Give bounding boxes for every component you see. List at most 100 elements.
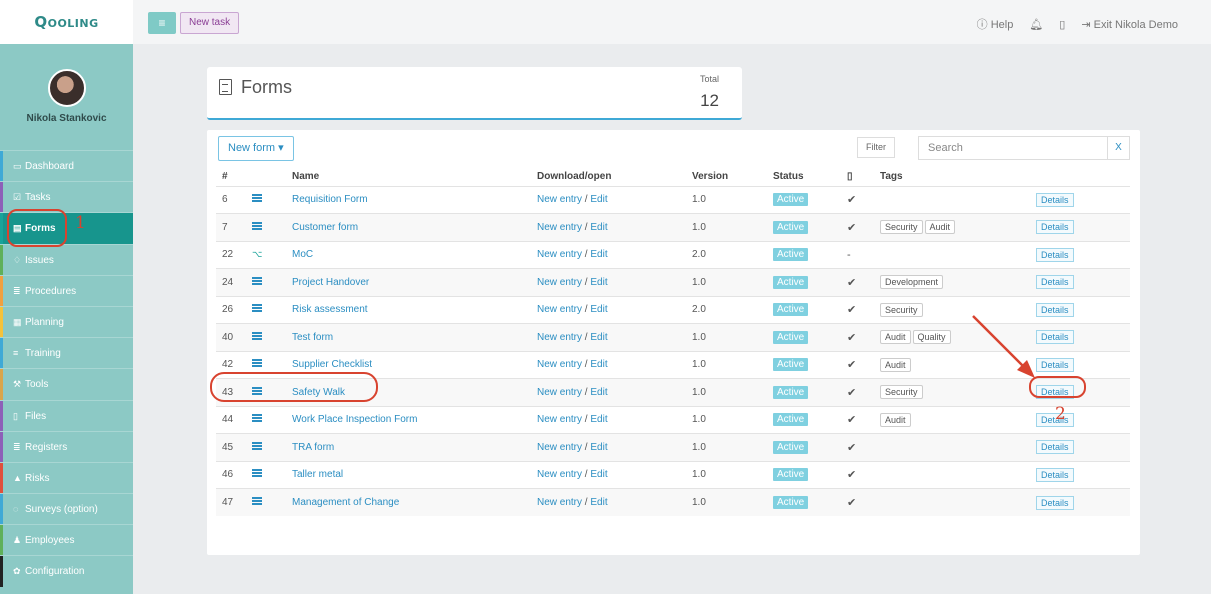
row-download-open: New entry / Edit (531, 405, 686, 434)
edit-link[interactable]: Edit (590, 359, 607, 370)
new-entry-link[interactable]: New entry (537, 359, 582, 370)
form-name-link[interactable]: Taller metal (292, 469, 343, 480)
edit-link[interactable]: Edit (590, 304, 607, 315)
row-icon (246, 185, 286, 214)
row-id-value: 24 (222, 276, 234, 288)
row-name: Test form (286, 323, 531, 351)
edit-link[interactable]: Edit (590, 414, 607, 425)
form-name-link[interactable]: Requisition Form (292, 194, 368, 205)
help-link[interactable]: ⓘ Help (977, 16, 1014, 32)
sidebar-item-issues[interactable]: ♢ Issues (0, 243, 133, 275)
new-entry-link[interactable]: New entry (537, 249, 582, 260)
sidebar-item-surveys[interactable]: ◌ Surveys (option) (0, 493, 133, 525)
sidebar: Nikola Stankovic ▭ Dashboard ☑ Tasks ▤ Forms ♢… (0, 44, 133, 594)
menu-toggle-button[interactable]: ≡ (148, 12, 176, 34)
row-tags (874, 433, 1030, 461)
form-name-link[interactable]: Customer form (292, 222, 358, 233)
sidebar-item-configuration[interactable]: ✿ Configuration (0, 555, 133, 587)
page-title: Forms (241, 77, 292, 97)
exit-link[interactable]: ⇥ Exit Nikola Demo (1081, 18, 1178, 31)
row-mobile: ✔ (841, 350, 874, 379)
sidebar-item-risks[interactable]: ▲ Risks (0, 461, 133, 494)
clear-search-button[interactable]: X (1107, 136, 1130, 160)
sidebar-item-procedures[interactable]: ≣ Procedures (0, 274, 133, 307)
new-entry-link[interactable]: New entry (537, 414, 582, 425)
version-value: 1.0 (692, 331, 706, 343)
sidebar-item-tasks[interactable]: ☑ Tasks (0, 181, 133, 213)
new-form-button[interactable]: New form ▾ (218, 136, 294, 161)
bell-icon[interactable]: 🔔︎ (1029, 18, 1043, 31)
row-tags (874, 240, 1030, 269)
edit-link[interactable]: Edit (590, 442, 607, 453)
calendar-icon: ▦ (13, 316, 22, 327)
new-entry-link[interactable]: New entry (537, 194, 582, 205)
new-entry-link[interactable]: New entry (537, 277, 582, 288)
details-button[interactable]: Details (1036, 247, 1074, 262)
row-icon (246, 433, 286, 461)
form-name-link[interactable]: Project Handover (292, 277, 369, 288)
annotation-highlight-forms (7, 209, 67, 247)
sidebar-item-tools[interactable]: ⚒ Tools (0, 368, 133, 400)
new-entry-link[interactable]: New entry (537, 222, 582, 233)
sidebar-item-planning[interactable]: ▦ Planning (0, 305, 133, 338)
new-entry-link[interactable]: New entry (537, 387, 582, 398)
row-name: MoC (286, 240, 531, 269)
edit-link[interactable]: Edit (590, 194, 607, 205)
row-mobile: ✔ (841, 405, 874, 434)
sidebar-item-dashboard[interactable]: ▭ Dashboard (0, 150, 133, 182)
details-button[interactable]: Details (1036, 275, 1074, 290)
sidebar-item-training[interactable]: ≡ Training (0, 337, 133, 369)
row-details: Details (1030, 460, 1130, 489)
sidebar-item-registers[interactable]: ≣ Registers (0, 430, 133, 463)
edit-link[interactable]: Edit (590, 222, 607, 233)
edit-link[interactable]: Edit (590, 469, 607, 480)
form-name-link[interactable]: Work Place Inspection Form (292, 414, 417, 425)
new-entry-link[interactable]: New entry (537, 442, 582, 453)
row-details: Details (1030, 213, 1130, 241)
status-badge: Active (773, 413, 809, 427)
form-name-link[interactable]: MoC (292, 249, 313, 260)
edit-link[interactable]: Edit (590, 387, 607, 398)
new-entry-link[interactable]: New entry (537, 332, 582, 343)
row-tags: Security (874, 378, 1030, 406)
form-name-link[interactable]: Supplier Checklist (292, 359, 372, 370)
help-label: Help (990, 19, 1014, 31)
details-button[interactable]: Details (1036, 440, 1074, 455)
version-value: 1.0 (692, 276, 706, 288)
edit-link[interactable]: Edit (590, 277, 607, 288)
new-entry-link[interactable]: New entry (537, 469, 582, 480)
app-logo[interactable]: Qooling (0, 0, 133, 44)
edit-link[interactable]: Edit (590, 497, 607, 508)
new-entry-link[interactable]: New entry (537, 304, 582, 315)
details-button[interactable]: Details (1036, 192, 1074, 207)
edit-link[interactable]: Edit (590, 332, 607, 343)
form-name-link[interactable]: TRA form (292, 442, 334, 453)
sidebar-item-files[interactable]: ▯ Files (0, 399, 133, 431)
form-name-link[interactable]: Management of Change (292, 497, 399, 508)
sidebar-item-employees[interactable]: ♟ Employees (0, 524, 133, 556)
table-row: 45 TRA form New entry / Edit 1.0 Active ✔ Deta… (216, 433, 1130, 461)
new-entry-link[interactable]: New entry (537, 497, 582, 508)
avatar[interactable] (47, 69, 86, 107)
row-icon (246, 323, 286, 351)
row-name: Risk assessment (286, 295, 531, 324)
row-details: Details (1030, 295, 1130, 324)
search-input[interactable] (918, 136, 1108, 160)
details-button[interactable]: Details (1036, 220, 1074, 235)
row-version: 1.0 (686, 268, 767, 296)
row-id-value: 42 (222, 359, 234, 371)
status-badge: Active (773, 468, 809, 482)
new-task-button[interactable]: New task (180, 12, 240, 34)
user-profile: Nikola Stankovic (0, 44, 133, 150)
form-name-link[interactable]: Test form (292, 332, 333, 343)
phone-icon[interactable]: ▯ (1059, 18, 1065, 31)
details-button[interactable]: Details (1036, 467, 1074, 482)
list-icon (252, 441, 262, 450)
edit-link[interactable]: Edit (590, 249, 607, 260)
column-tags: Tags (880, 170, 903, 182)
details-button[interactable]: Details (1036, 495, 1074, 510)
row-icon (246, 213, 286, 241)
form-name-link[interactable]: Risk assessment (292, 304, 368, 315)
filter-button[interactable]: Filter (857, 137, 895, 158)
register-icon: ≣ (13, 441, 21, 452)
